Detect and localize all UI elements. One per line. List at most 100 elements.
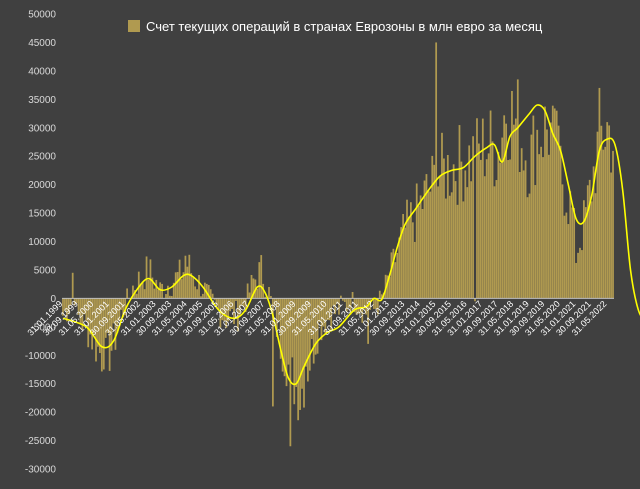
- bar: [462, 201, 465, 299]
- bar: [540, 146, 542, 299]
- bar: [260, 255, 263, 299]
- bar: [493, 186, 496, 299]
- bar: [579, 247, 581, 299]
- bar: [598, 87, 601, 299]
- bar: [464, 170, 467, 299]
- bar: [563, 215, 566, 299]
- bar: [559, 145, 562, 299]
- bar: [415, 183, 418, 299]
- bar: [544, 106, 546, 299]
- bar: [511, 90, 513, 299]
- bar: [248, 292, 251, 299]
- bar: [445, 198, 447, 299]
- bar: [571, 207, 574, 299]
- bar: [503, 115, 506, 299]
- bar: [433, 164, 436, 299]
- bar: [155, 279, 158, 299]
- bar: [378, 290, 381, 299]
- bar: [536, 129, 539, 299]
- bar: [454, 181, 457, 299]
- bar: [520, 148, 523, 299]
- bar: [557, 125, 560, 299]
- bar: [608, 125, 611, 299]
- bar: [483, 176, 486, 299]
- bar: [549, 122, 552, 299]
- legend: Счет текущих операций в странах Еврозоны…: [128, 19, 543, 34]
- bar: [460, 161, 463, 299]
- y-tick-label: 35000: [28, 95, 56, 106]
- bar: [448, 195, 451, 299]
- bar: [509, 159, 511, 299]
- bar: [610, 172, 612, 299]
- bar: [561, 184, 564, 299]
- bar: [174, 272, 177, 299]
- bar: [161, 283, 163, 299]
- bar: [481, 118, 484, 299]
- bar: [202, 293, 204, 299]
- bar: [452, 164, 455, 299]
- y-tick-label: 20000: [28, 180, 56, 191]
- bar: [190, 273, 193, 299]
- y-tick-label: -10000: [25, 351, 57, 362]
- bar: [198, 274, 200, 299]
- y-tick-label: 30000: [28, 123, 56, 134]
- bar: [192, 277, 195, 299]
- bar: [435, 42, 438, 299]
- bar: [196, 289, 198, 299]
- bar: [180, 279, 183, 299]
- bar: [443, 158, 445, 299]
- bar: [573, 207, 576, 299]
- bar: [612, 150, 614, 299]
- y-tick-label: -25000: [25, 436, 57, 447]
- bar: [522, 170, 525, 299]
- bar: [602, 149, 605, 299]
- legend-swatch: [128, 20, 140, 32]
- bar: [71, 272, 74, 299]
- bar: [126, 288, 128, 299]
- bar: [497, 151, 500, 299]
- bar: [581, 250, 583, 299]
- bar: [575, 262, 577, 299]
- bar: [437, 186, 439, 299]
- bar: [184, 255, 187, 299]
- bar: [145, 256, 148, 299]
- bar: [478, 143, 480, 299]
- y-tick-label: 50000: [28, 10, 56, 21]
- bar: [499, 162, 502, 299]
- y-tick-label: -30000: [25, 465, 57, 476]
- bar: [268, 286, 270, 299]
- bar: [538, 154, 541, 299]
- bar: [211, 293, 214, 299]
- bar: [542, 157, 544, 299]
- bar: [606, 122, 609, 299]
- bar: [600, 125, 603, 299]
- bar: [398, 237, 401, 299]
- bar: [456, 204, 459, 299]
- bar: [137, 271, 140, 299]
- y-tick-label: -15000: [25, 379, 57, 390]
- bar: [413, 241, 416, 299]
- bar: [604, 146, 607, 299]
- bar: [472, 136, 474, 299]
- bar: [396, 252, 399, 299]
- bar: [421, 209, 424, 299]
- bar: [513, 124, 515, 299]
- bar: [417, 205, 420, 299]
- bar: [479, 159, 482, 299]
- bar: [534, 185, 537, 299]
- bar: [518, 172, 521, 299]
- bar: [431, 155, 434, 299]
- bar: [176, 271, 179, 299]
- y-tick-label: 10000: [28, 237, 56, 248]
- bar: [411, 222, 414, 299]
- bar: [514, 118, 517, 299]
- bar: [351, 291, 354, 299]
- bar: [468, 145, 471, 299]
- bar: [446, 155, 449, 299]
- bar: [590, 201, 593, 299]
- bar: [583, 200, 585, 299]
- bar: [567, 224, 570, 299]
- bar: [404, 227, 406, 299]
- bar: [153, 288, 156, 299]
- bar: [491, 141, 494, 299]
